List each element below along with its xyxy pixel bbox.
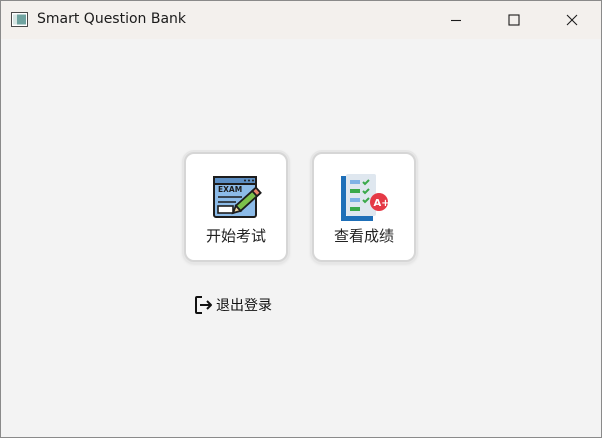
main-content: EXAM 开始考试 A+ 查看成绩 退出登录 bbox=[1, 39, 601, 437]
exam-icon-text: EXAM bbox=[218, 185, 242, 194]
exam-paper-icon: EXAM bbox=[213, 176, 262, 218]
maximize-button[interactable] bbox=[485, 1, 543, 39]
app-window: Smart Question Bank EXAM 开始考试 A+ 查看成绩 退出… bbox=[0, 0, 602, 438]
logout-button[interactable]: 退出登录 bbox=[194, 294, 272, 316]
start-exam-button[interactable]: EXAM 开始考试 bbox=[184, 152, 288, 262]
title-bar[interactable]: Smart Question Bank bbox=[1, 1, 601, 39]
view-scores-button[interactable]: A+ 查看成绩 bbox=[312, 152, 416, 262]
window-app-icon bbox=[11, 12, 28, 27]
grade-report-icon: A+ bbox=[341, 174, 390, 221]
view-scores-label: 查看成绩 bbox=[333, 227, 394, 245]
minimize-button[interactable] bbox=[427, 1, 485, 39]
close-icon bbox=[566, 14, 578, 26]
minimize-icon bbox=[451, 19, 461, 22]
window-title: Smart Question Bank bbox=[37, 11, 187, 27]
maximize-icon bbox=[508, 14, 520, 26]
start-exam-label: 开始考试 bbox=[205, 227, 266, 245]
logout-label: 退出登录 bbox=[216, 298, 272, 314]
logout-icon bbox=[195, 296, 212, 314]
close-button[interactable] bbox=[543, 1, 601, 39]
grade-badge-text: A+ bbox=[374, 198, 390, 209]
